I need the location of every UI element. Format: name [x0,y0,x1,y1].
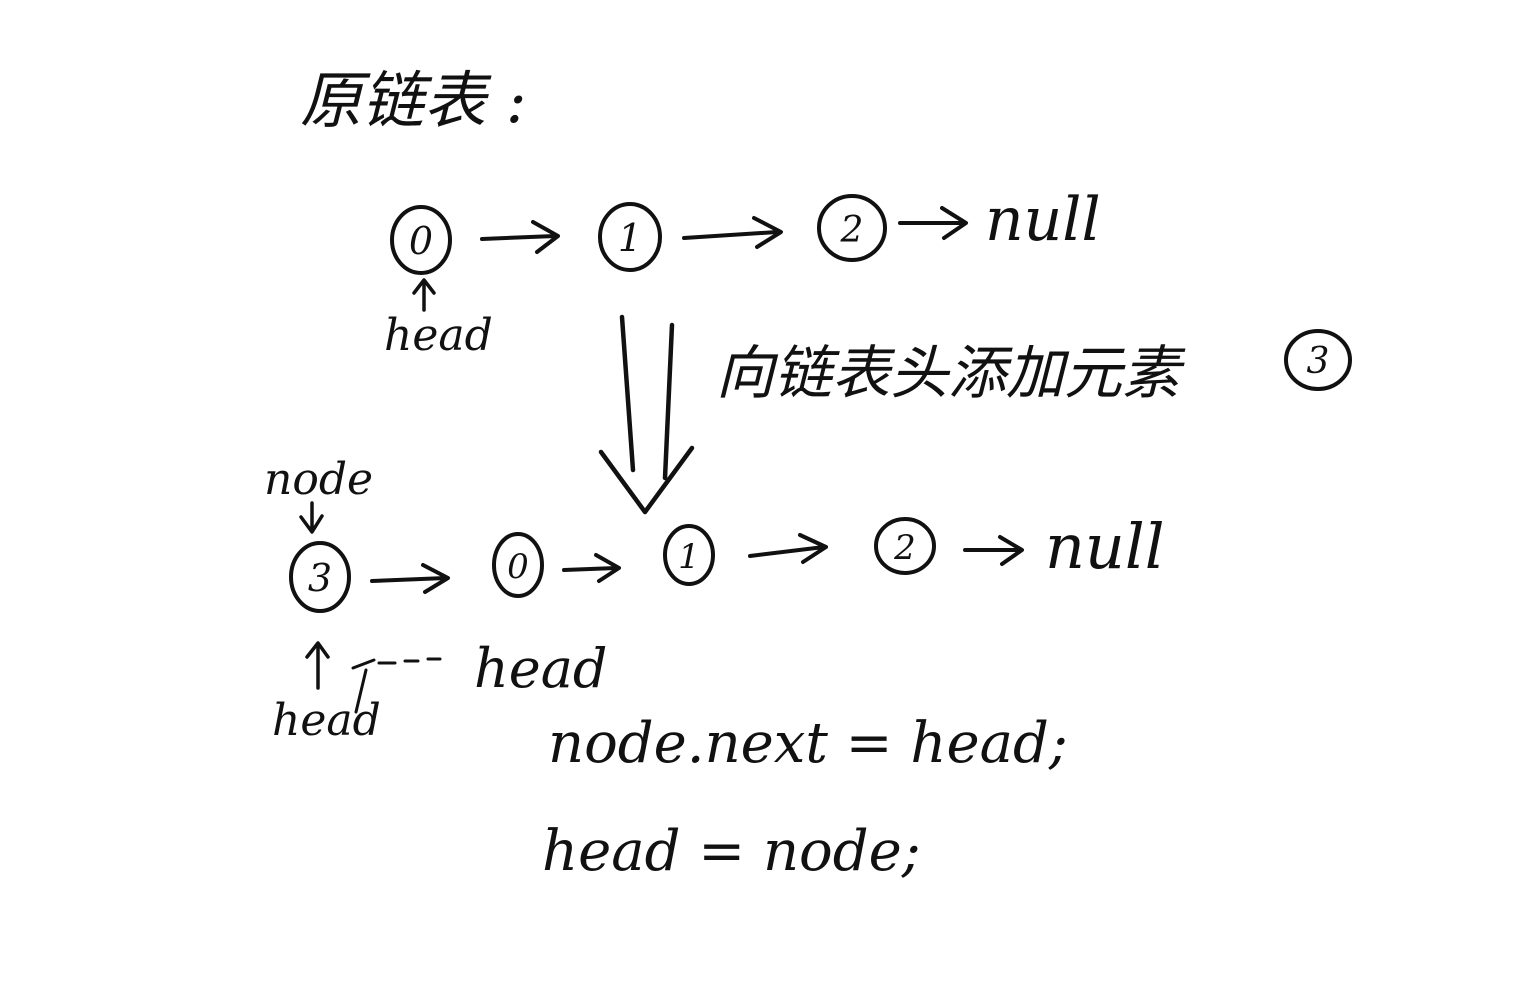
operation-label: 向链表头添加元素 [716,339,1186,407]
arrow-0-to-1 [480,220,560,254]
code-block: node.next = head; head = node; [542,711,1068,884]
new-list: node 3 0 1 2 null head head [264,454,1165,746]
arrow-1-to-2-new [748,533,828,564]
arrow-0-to-1-new [562,553,621,583]
operation-node-value: 3 [1307,341,1330,382]
transition: 向链表头添加元素 3 [598,314,1352,515]
new-head-label: head [272,695,381,746]
arrow-1-to-2 [682,216,783,249]
new-head-arrow [305,641,330,690]
head-pointer-arrow [412,278,436,312]
null-label: null [985,185,1101,255]
arrow-2-to-null-new [963,535,1024,566]
node-pointer-arrow [299,501,324,534]
new-node-value-1: 1 [678,537,700,577]
head-label: head [384,310,493,361]
new-node-value-0: 0 [507,547,529,587]
null-label-new: null [1045,510,1165,583]
new-node-value-2: 2 [893,528,916,568]
code-line-1: node.next = head; [548,711,1068,776]
double-arrow-down [598,314,695,515]
old-head-label: head [474,637,608,700]
code-line-2: head = node; [542,819,921,884]
diagram-title: 原链表 : [300,64,527,137]
node-value-1: 1 [618,216,642,260]
node-label: node [264,454,373,505]
linked-list-diagram: 原链表 : 0 1 2 null head 向链表头添加元素 3 node 3 … [264,64,1352,884]
new-node-value-3: 3 [308,556,332,600]
original-list: 0 1 2 null head [384,185,1101,361]
node-value-0: 0 [409,219,433,263]
arrow-3-to-0 [370,563,450,594]
arrow-2-to-null [898,206,968,240]
node-value-2: 2 [840,210,864,251]
